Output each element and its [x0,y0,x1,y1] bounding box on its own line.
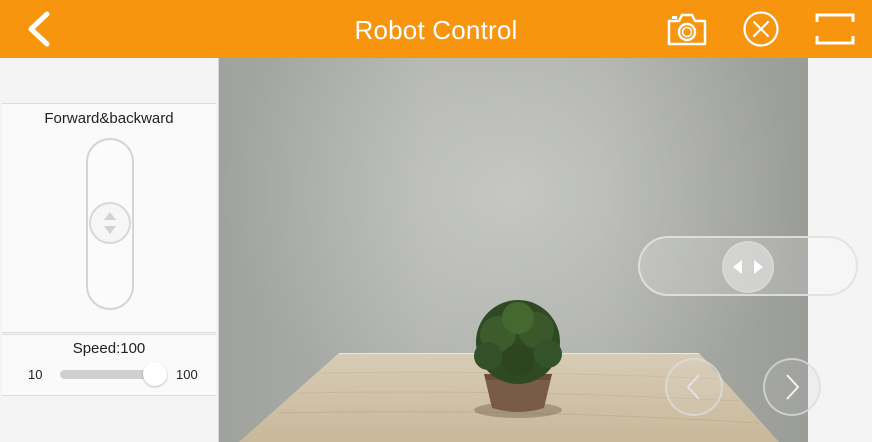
close-circle-icon [743,11,779,47]
top-bar: Robot Control [0,0,872,58]
speed-min-label: 10 [28,367,43,382]
left-right-arrows-icon [733,260,763,274]
speed-label: Speed:100 [72,340,146,357]
potted-plant [474,300,562,418]
turn-joystick[interactable] [722,241,774,293]
forward-backward-label: Forward&backward [44,110,174,127]
forward-backward-joystick[interactable] [89,202,131,244]
speed-slider-thumb[interactable] [143,362,167,386]
turn-right-button[interactable] [763,358,821,416]
left-control-panel: Forward&backward Speed:100 10 100 [0,58,219,442]
turn-left-button[interactable] [665,358,723,416]
camera-icon [667,13,707,46]
speed-max-label: 100 [176,367,198,382]
chevron-right-icon [786,374,800,400]
up-down-arrows-icon [104,212,116,234]
chevron-left-icon [686,374,700,400]
fullscreen-button[interactable] [812,8,858,50]
snapshot-button[interactable] [664,8,710,50]
forward-backward-control: Forward&backward [2,103,216,333]
fullscreen-icon [815,13,855,45]
robot-control-screen: Robot Control Forward&backward Speed:100… [0,0,872,442]
close-button[interactable] [738,8,784,50]
speed-control: Speed:100 10 100 [2,334,216,396]
